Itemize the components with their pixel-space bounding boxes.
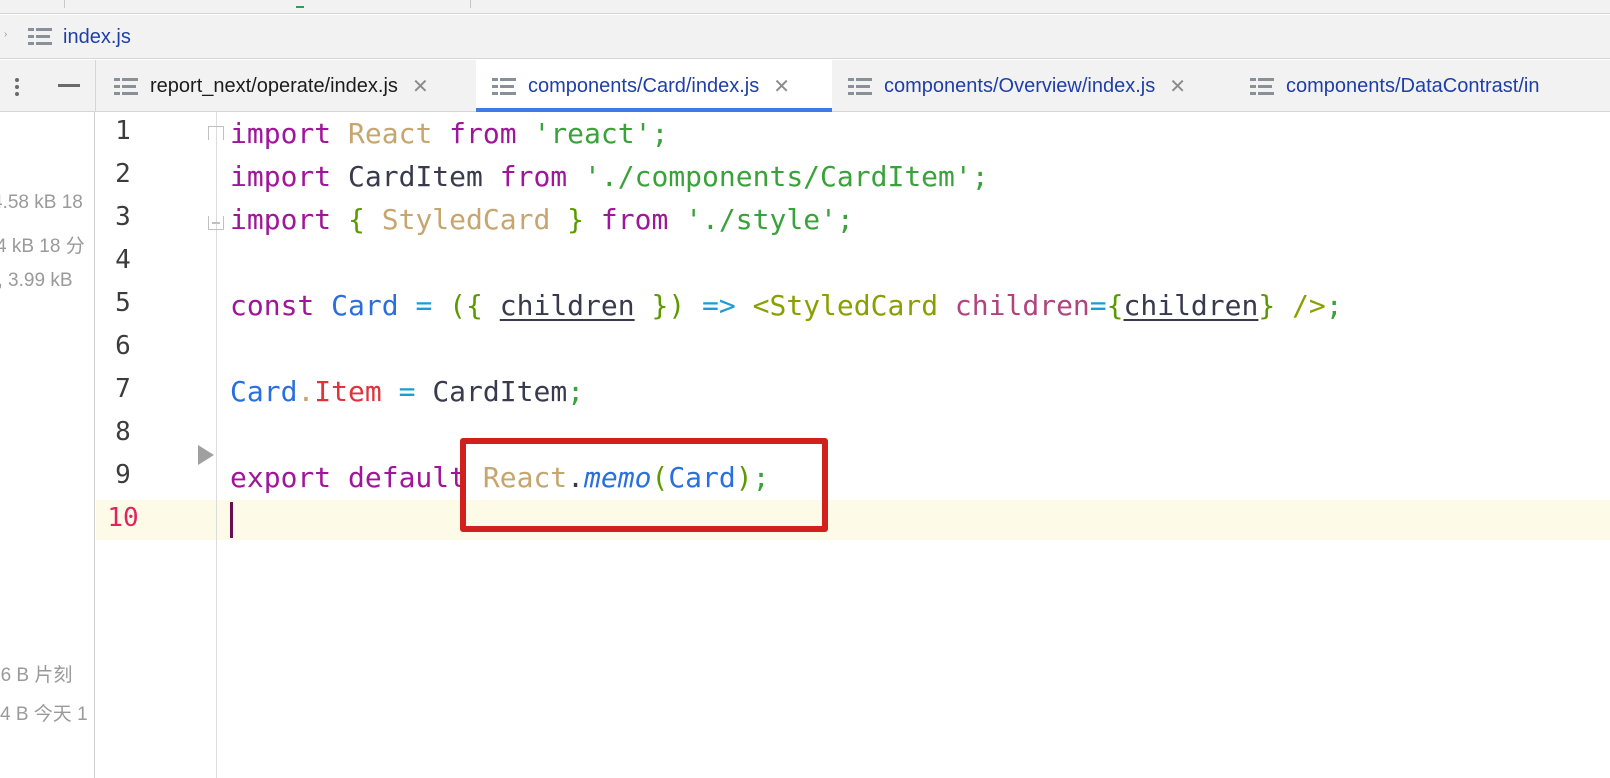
- line-number: 4: [115, 245, 131, 275]
- code-token: }: [567, 203, 601, 236]
- line-number: 3: [115, 202, 131, 232]
- tab-report-next-operate[interactable]: report_next/operate/index.js ✕: [112, 60, 474, 112]
- code-token: React: [348, 117, 450, 150]
- line-number: 10: [107, 503, 139, 533]
- separator: [64, 0, 65, 8]
- file-meta: 4 kB 18 分: [0, 236, 85, 257]
- code-token: Card: [331, 289, 416, 322]
- text-caret: [230, 502, 233, 538]
- code-token: =: [1089, 289, 1107, 322]
- code-line[interactable]: Card.Item = CardItem;: [230, 372, 584, 412]
- line-number: 5: [115, 288, 131, 318]
- code-token: =: [415, 289, 450, 322]
- highlight-annotation-box: [460, 438, 828, 532]
- code-token: children: [954, 289, 1090, 322]
- code-line[interactable]: import { StyledCard } from './style';: [230, 200, 854, 240]
- code-token: ;: [651, 117, 669, 150]
- line-number: 9: [115, 460, 131, 490]
- code-token: import: [230, 203, 349, 236]
- code-token: Card: [230, 375, 298, 408]
- tab-components-datacontrast[interactable]: components/DataContrast/in: [1250, 60, 1610, 112]
- code-token: CardItem: [432, 375, 568, 408]
- expand-arrow-icon[interactable]: [198, 445, 214, 465]
- file-structure-icon: [28, 26, 52, 46]
- close-tab-icon[interactable]: ✕: [773, 74, 790, 99]
- code-line[interactable]: import React from 'react';: [230, 114, 668, 154]
- code-token: StyledCard: [381, 203, 568, 236]
- code-token: import: [230, 160, 349, 193]
- code-token: />: [1292, 289, 1326, 322]
- code-token: Item: [314, 375, 399, 408]
- chevron-right-icon: ›: [4, 29, 8, 40]
- line-number: 6: [115, 331, 131, 361]
- code-token: ;: [836, 203, 854, 236]
- code-token: children: [1123, 289, 1259, 322]
- code-token: ;: [971, 160, 989, 193]
- code-line[interactable]: const Card = ({ children }) => <StyledCa…: [230, 286, 1343, 326]
- code-token: from: [600, 203, 686, 236]
- code-line[interactable]: import CardItem from './components/CardI…: [230, 157, 989, 197]
- code-token: children: [499, 289, 635, 322]
- breadcrumb: › index.js: [0, 15, 1610, 59]
- code-token: .: [297, 375, 315, 408]
- fold-marker-icon[interactable]: [208, 126, 224, 140]
- file-structure-icon: [114, 76, 138, 96]
- code-token: <StyledCard: [752, 289, 955, 322]
- code-token: ;: [1325, 289, 1343, 322]
- tab-components-card[interactable]: components/Card/index.js ✕: [476, 60, 832, 112]
- close-tab-icon[interactable]: ✕: [412, 74, 429, 99]
- file-structure-icon: [1250, 76, 1274, 96]
- code-token: export default: [230, 461, 483, 494]
- file-structure-icon: [492, 76, 516, 96]
- line-number: 1: [115, 116, 131, 146]
- tab-label: components/Overview/index.js: [884, 74, 1156, 97]
- code-token: './style': [685, 203, 837, 236]
- fold-end-marker-icon[interactable]: [208, 216, 224, 230]
- file-meta: F, 3.99 kB: [0, 270, 73, 291]
- code-token: {: [348, 203, 382, 236]
- code-token: ;: [567, 375, 585, 408]
- tab-tools: [0, 60, 96, 112]
- tab-components-overview[interactable]: components/Overview/index.js ✕: [848, 60, 1234, 112]
- file-structure-icon: [848, 76, 872, 96]
- file-meta: 4.58 kB 18: [0, 192, 83, 213]
- project-panel: 4.58 kB 18 4 kB 18 分 F, 3.99 kB 36 B 片刻 …: [0, 112, 95, 778]
- separator: [470, 0, 471, 8]
- code-token: const: [230, 289, 332, 322]
- tab-label: components/DataContrast/in: [1286, 74, 1540, 97]
- tab-label: components/Card/index.js: [528, 74, 760, 97]
- code-token: ({: [449, 289, 500, 322]
- file-meta: 4 B 今天 1: [0, 704, 88, 725]
- gutter-divider: [216, 112, 217, 778]
- code-token: 'react': [533, 117, 652, 150]
- more-vertical-icon[interactable]: [14, 76, 20, 98]
- current-line-highlight: [96, 500, 1610, 540]
- line-number: 2: [115, 159, 131, 189]
- editor-tab-bar: report_next/operate/index.js ✕ component…: [0, 60, 1610, 112]
- file-meta: 36 B 片刻: [0, 665, 73, 686]
- code-token: CardItem: [348, 160, 500, 193]
- status-indicator: [296, 6, 304, 8]
- line-number: 7: [115, 374, 131, 404]
- breadcrumb-file[interactable]: index.js: [63, 26, 131, 49]
- code-token: './components/CardItem': [584, 160, 972, 193]
- code-token: {: [1106, 289, 1124, 322]
- code-token: import: [230, 117, 349, 150]
- window-top-strip: [0, 0, 1610, 14]
- code-token: =>: [702, 289, 753, 322]
- line-number: 8: [115, 417, 131, 447]
- code-token: }): [634, 289, 703, 322]
- code-token: from: [449, 117, 534, 150]
- tab-label: report_next/operate/index.js: [150, 74, 398, 97]
- close-tab-icon[interactable]: ✕: [1169, 74, 1186, 99]
- code-token: }: [1258, 289, 1293, 322]
- code-token: from: [499, 160, 585, 193]
- minimize-icon[interactable]: [58, 84, 80, 87]
- code-token: =: [398, 375, 433, 408]
